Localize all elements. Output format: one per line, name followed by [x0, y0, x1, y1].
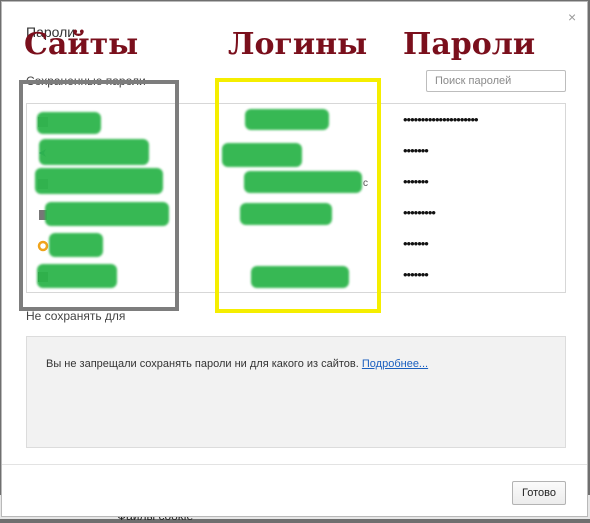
password-mask: •••••••	[403, 174, 429, 189]
password-mask: •••••••••	[403, 205, 436, 220]
sites-highlight-frame	[19, 80, 179, 311]
sites-annotation-label: Сайты	[24, 27, 139, 62]
password-mask: •••••••	[403, 236, 429, 251]
password-mask: •••••••••••••••••••••	[403, 112, 479, 127]
close-icon[interactable]: ×	[568, 10, 580, 24]
logins-annotation-label: Логины	[228, 27, 368, 62]
never-saved-text: Вы не запрещали сохранять пароли ни для …	[46, 358, 359, 370]
passwords-annotation-label: Пароли	[403, 27, 536, 62]
never-saved-message: Вы не запрещали сохранять пароли ни для …	[46, 358, 428, 370]
never-saved-box: Вы не запрещали сохранять пароли ни для …	[26, 336, 566, 448]
password-mask: •••••••	[403, 143, 429, 158]
logins-highlight-frame	[215, 78, 381, 313]
password-search-input[interactable]	[426, 70, 566, 92]
learn-more-link[interactable]: Подробнее...	[362, 358, 428, 370]
never-saved-label: Не сохранять для	[26, 309, 126, 323]
footer-divider	[2, 464, 587, 465]
password-mask: •••••••	[403, 267, 429, 282]
done-button[interactable]: Готово	[512, 481, 566, 505]
